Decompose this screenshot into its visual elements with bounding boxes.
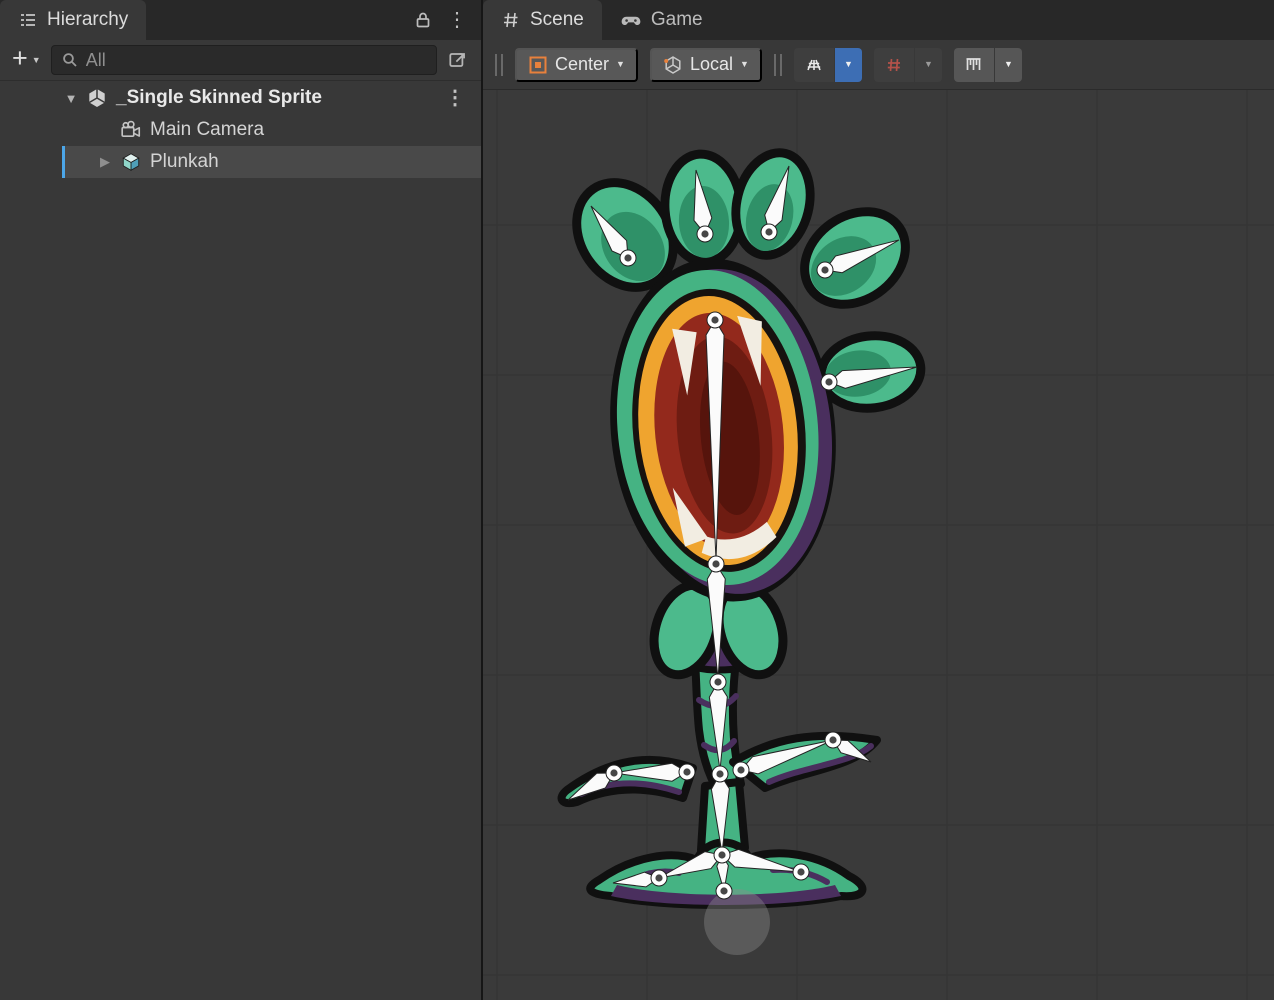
- tab-game[interactable]: Game: [602, 0, 721, 40]
- plus-icon: +: [12, 45, 28, 72]
- chevron-down-icon: ▼: [32, 56, 41, 65]
- hierarchy-tab-label: Hierarchy: [47, 9, 128, 31]
- grid-snap-dropdown[interactable]: ▼: [915, 48, 942, 82]
- bone-joint-center: [718, 851, 725, 858]
- scene-name-label: _Single Skinned Sprite: [116, 87, 322, 109]
- bone-joint-center: [797, 868, 804, 875]
- grid-snap-group: ▼: [874, 48, 942, 82]
- toolbar-drag-handle[interactable]: [774, 54, 782, 76]
- hierarchy-search-box[interactable]: [51, 45, 437, 75]
- gameobject-name-label: Main Camera: [150, 119, 264, 141]
- snap-increment-group: ▼: [954, 48, 1022, 82]
- bone-joint-center: [714, 678, 721, 685]
- bone-joint-center: [829, 736, 836, 743]
- hierarchy-row-scene-root[interactable]: ▼ _Single Skinned Sprite ⋮: [0, 82, 481, 114]
- bone-joint-center: [765, 228, 772, 235]
- scene-view-canvas[interactable]: [483, 90, 1274, 1000]
- gizmo-disc[interactable]: [704, 889, 770, 955]
- bone-joint-center: [701, 230, 708, 237]
- pivot-center-icon: [528, 55, 548, 75]
- grid-visibility-button[interactable]: [794, 48, 834, 82]
- chevron-down-icon[interactable]: ▼: [58, 91, 84, 106]
- bone-joint-center: [821, 266, 828, 273]
- scene-viewport[interactable]: [483, 90, 1274, 1000]
- scene-grid-icon: [501, 10, 521, 30]
- bone-joint-center: [711, 316, 718, 323]
- hierarchy-tabbar: Hierarchy ⋮: [0, 0, 481, 40]
- snap-increment-button[interactable]: [954, 48, 994, 82]
- scene-tabbar: Scene Game: [483, 0, 1274, 40]
- grid-snap-button[interactable]: [874, 48, 914, 82]
- chevron-down-icon: ▼: [740, 60, 749, 69]
- hierarchy-tree: ▼ _Single Skinned Sprite ⋮ Main Camera ▶: [0, 81, 481, 1000]
- chevron-down-icon: ▼: [616, 60, 625, 69]
- bone-joint-center: [712, 560, 719, 567]
- chevron-down-icon: ▼: [1004, 60, 1013, 69]
- pivot-mode-button[interactable]: Center ▼: [515, 48, 638, 82]
- hierarchy-panel: Hierarchy ⋮ + ▼: [0, 0, 481, 1000]
- create-object-button[interactable]: + ▼: [12, 48, 41, 72]
- lock-icon[interactable]: [413, 10, 433, 30]
- orientation-mode-label: Local: [690, 54, 733, 75]
- scene-panel: Scene Game Center ▼: [483, 0, 1274, 1000]
- tab-hierarchy[interactable]: Hierarchy: [0, 0, 146, 40]
- bone-joint-center: [720, 887, 727, 894]
- snap-increment-dropdown[interactable]: ▼: [995, 48, 1022, 82]
- bone-joint-center: [683, 768, 690, 775]
- pivot-mode-label: Center: [555, 54, 609, 75]
- bone-joint-center: [737, 766, 744, 773]
- hierarchy-tab-actions: ⋮: [413, 0, 481, 40]
- camera-icon: [118, 118, 144, 142]
- unity-editor-window: Hierarchy ⋮ + ▼: [0, 0, 1274, 1000]
- orientation-mode-button[interactable]: Local ▼: [650, 48, 762, 82]
- bone-joint-center: [825, 378, 832, 385]
- hierarchy-row-main-camera[interactable]: Main Camera: [0, 114, 481, 146]
- bone-joint-center: [624, 254, 631, 261]
- kebab-menu-icon[interactable]: ⋮: [445, 88, 465, 108]
- bone-joint-center: [655, 874, 662, 881]
- grid-visibility-group: ▼: [794, 48, 862, 82]
- sprite-cube-icon: [118, 150, 144, 174]
- bone-joint-center: [716, 770, 723, 777]
- unity-scene-icon: [84, 86, 110, 110]
- grid-settings-dropdown[interactable]: ▼: [835, 48, 862, 82]
- hierarchy-toolbar: + ▼: [0, 40, 481, 81]
- game-tab-label: Game: [651, 9, 703, 31]
- gameobject-name-label: Plunkah: [150, 151, 219, 173]
- bone-joint-center: [610, 769, 617, 776]
- local-axis-icon: [663, 55, 683, 75]
- kebab-menu-icon[interactable]: ⋮: [447, 10, 467, 30]
- pick-window-icon[interactable]: [447, 49, 469, 71]
- search-icon: [61, 51, 79, 69]
- hierarchy-list-icon: [18, 10, 38, 30]
- chevron-down-icon: ▼: [844, 60, 853, 69]
- gamepad-icon: [620, 9, 642, 31]
- tab-scene[interactable]: Scene: [483, 0, 602, 40]
- head-mouth: [594, 247, 853, 613]
- search-input[interactable]: [86, 50, 427, 71]
- chevron-down-icon: ▼: [924, 60, 933, 69]
- hierarchy-row-plunkah[interactable]: ▶ Plunkah: [0, 146, 481, 178]
- scene-toolbar: Center ▼ Local ▼ ▼: [483, 40, 1274, 90]
- toolbar-drag-handle[interactable]: [495, 54, 503, 76]
- chevron-right-icon[interactable]: ▶: [92, 154, 118, 170]
- scene-tab-label: Scene: [530, 9, 584, 31]
